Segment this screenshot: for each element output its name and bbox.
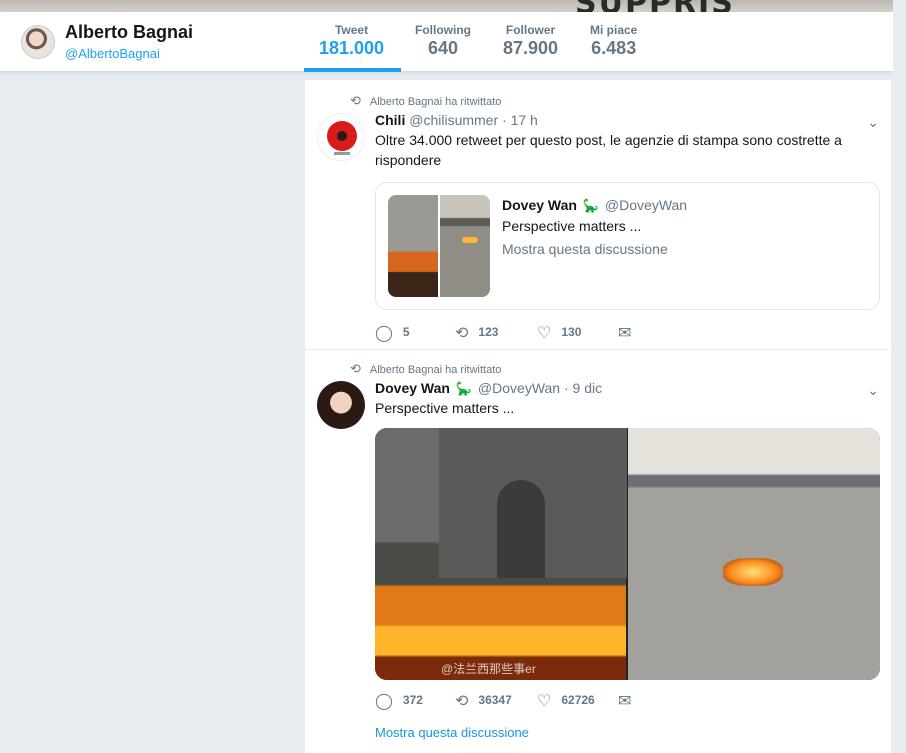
stat-value: 181.000 [319,38,385,58]
dm-button[interactable]: ✉ [618,691,641,711]
dinosaur-icon: 🦕 [582,198,600,213]
profile-navbar: Alberto Bagnai @AlbertoBagnai Tweet 181.… [0,12,893,72]
quote-author: Dovey Wan [502,197,577,213]
stat-label: Following [415,23,471,37]
stat-label: Follower [505,23,556,37]
author-handle[interactable]: @DoveyWan [478,380,560,396]
reply-icon: ◯ [375,325,393,342]
retweet-context-text: Alberto Bagnai ha ritwittato [369,364,502,376]
retweet-count: 36347 [478,693,512,707]
reply-button[interactable]: ◯ 372 [375,691,423,711]
quote-thread-link[interactable]: Mostra questa discussione [502,241,668,257]
stat-tweets[interactable]: Tweet 181.000 [319,23,384,59]
media-image-right[interactable] [628,428,880,680]
like-button[interactable]: ♡ 130 [537,323,581,343]
retweet-button[interactable]: ⟲ 36347 [455,691,512,711]
quote-text: Perspective matters ... [502,218,642,234]
reply-icon: ◯ [375,693,393,710]
stat-value: 87.900 [503,38,559,58]
quoted-tweet[interactable]: Dovey Wan 🦕 @DoveyWan Perspective matter… [375,182,880,310]
stat-followers[interactable]: Follower 87.900 [503,23,558,59]
fire-image [723,558,783,586]
show-thread-link[interactable]: Mostra questa discussione [375,725,529,740]
stat-label: Mi piace [590,23,638,37]
chevron-down-icon[interactable]: ⌄ [867,382,879,399]
quote-author-line: Dovey Wan 🦕 @DoveyWan [502,197,687,214]
envelope-icon: ✉ [618,693,632,710]
quote-handle: @DoveyWan [604,197,688,213]
reply-button[interactable]: ◯ 5 [375,323,410,343]
banner-text: SUPPRIS [575,0,735,12]
reply-count: 5 [402,325,410,339]
tweet[interactable]: ⟲ Alberto Bagnai ha ritwittato Dovey Wan … [305,350,891,753]
retweet-icon: ⟲ [455,693,469,710]
profile-handle[interactable]: @AlbertoBagnai [65,46,160,61]
author-handle[interactable]: @chilisummer [409,112,498,128]
tweet-text: Perspective matters ... [375,400,515,416]
active-tab-indicator [304,68,401,72]
retweet-icon: ⟲ [350,93,361,108]
tweet-header: Chili @chilisummer · 17 h [375,112,538,128]
tweet-text: Oltre 34.000 retweet per questo post, le… [375,132,842,168]
tweet-time[interactable]: · 17 h [502,112,538,128]
tweet-actions: ◯ 372 ⟲ 36347 ♡ 62726 ✉ [375,691,855,711]
reply-count: 372 [402,693,423,707]
like-count: 62726 [561,693,595,707]
stat-value: 6.483 [591,38,637,58]
heart-icon: ♡ [537,325,552,342]
dm-button[interactable]: ✉ [618,323,641,343]
retweet-context: ⟲ Alberto Bagnai ha ritwittato [350,93,501,109]
tweet[interactable]: ⟲ Alberto Bagnai ha ritwittato Chili @chi… [305,80,891,350]
retweet-count: 123 [478,325,499,339]
envelope-icon: ✉ [618,325,632,342]
stat-likes[interactable]: Mi piace 6.483 [590,23,637,59]
media-watermark: @法兰西那些事er [441,662,536,676]
avatar[interactable] [317,381,365,429]
author-name[interactable]: Dovey Wan [375,380,450,396]
tweet-time[interactable]: · 9 dic [564,380,602,396]
retweet-icon: ⟲ [350,361,361,376]
profile-avatar[interactable] [21,25,55,59]
scrollbar[interactable] [893,0,906,753]
quote-image-left [388,195,438,297]
chevron-down-icon[interactable]: ⌄ [867,114,879,131]
profile-name[interactable]: Alberto Bagnai [65,22,193,43]
tweet-media[interactable]: @法兰西那些事er [375,428,880,680]
profile-banner: SUPPRIS [0,0,906,12]
heart-icon: ♡ [537,693,552,710]
quote-image-right [440,195,490,297]
retweet-context-text: Alberto Bagnai ha ritwittato [369,96,502,108]
stat-following[interactable]: Following 640 [415,23,471,59]
stat-value: 640 [427,38,459,58]
retweet-context: ⟲ Alberto Bagnai ha ritwittato [350,361,501,377]
author-name[interactable]: Chili [375,112,405,128]
retweet-button[interactable]: ⟲ 123 [455,323,498,343]
arch-image [439,428,627,578]
dinosaur-icon: 🦕 [455,381,473,396]
stat-label: Tweet [334,23,369,37]
timeline: ⟲ Alberto Bagnai ha ritwittato Chili @chi… [305,80,891,753]
retweet-icon: ⟲ [455,325,469,342]
like-count: 130 [561,325,582,339]
flower-icon [327,121,357,155]
media-image-left[interactable] [375,428,627,680]
tweet-header: Dovey Wan 🦕 @DoveyWan · 9 dic [375,380,602,397]
tweet-actions: ◯ 5 ⟲ 123 ♡ 130 ✉ [375,323,855,343]
like-button[interactable]: ♡ 62726 [537,691,595,711]
avatar[interactable] [317,113,365,161]
